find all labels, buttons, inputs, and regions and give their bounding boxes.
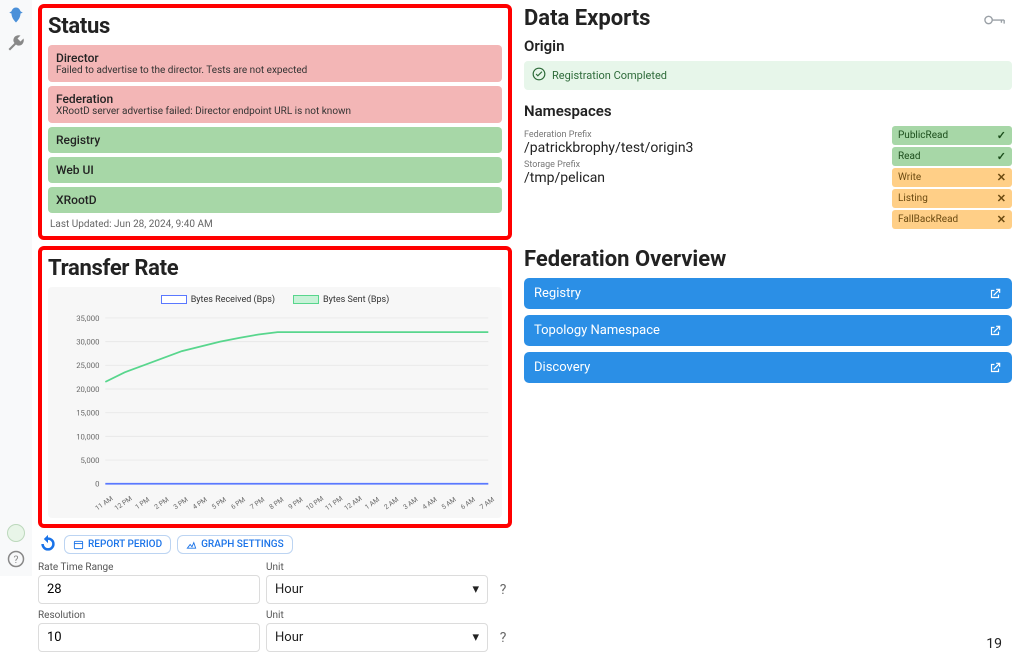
svg-text:2 AM: 2 AM	[383, 496, 401, 512]
svg-text:12 PM: 12 PM	[113, 495, 134, 513]
federation-overview-heading: Federation Overview	[524, 247, 1012, 272]
svg-text:5 PM: 5 PM	[210, 496, 227, 512]
wrench-icon[interactable]	[7, 34, 25, 52]
help-icon[interactable]: ?	[7, 550, 25, 568]
pelican-logo-icon[interactable]	[7, 6, 25, 24]
svg-text:30,000: 30,000	[76, 338, 99, 347]
svg-text:1 PM: 1 PM	[134, 496, 151, 512]
status-row-xrootd[interactable]: XRootD	[48, 187, 502, 213]
svg-text:4 AM: 4 AM	[421, 496, 439, 512]
svg-text:6 AM: 6 AM	[459, 496, 477, 512]
check-circle-icon	[532, 67, 546, 84]
federation-item-topology-namespace[interactable]: Topology Namespace	[524, 315, 1012, 346]
external-link-icon	[988, 287, 1002, 301]
svg-text:6 PM: 6 PM	[230, 496, 247, 512]
key-icon[interactable]	[984, 14, 1006, 30]
svg-text:3 PM: 3 PM	[172, 496, 189, 512]
svg-text:25,000: 25,000	[76, 361, 99, 370]
resolution-unit-label: Unit	[266, 610, 488, 621]
transfer-rate-chart: 0 5,000 10,000 15,000 20,000 25,000 30,000 35,0…	[52, 309, 498, 514]
svg-text:15,000: 15,000	[76, 409, 99, 418]
rate-range-label: Rate Time Range	[38, 562, 260, 573]
svg-text:7 AM: 7 AM	[478, 496, 496, 512]
resolution-label: Resolution	[38, 610, 260, 621]
svg-text:3 AM: 3 AM	[402, 496, 420, 512]
legend-sent: Bytes Sent (Bps)	[293, 295, 389, 305]
status-indicator-icon[interactable]	[7, 524, 25, 542]
rate-unit-select[interactable]: Hour ▾	[266, 575, 488, 604]
status-heading: Status	[48, 14, 502, 39]
capability-badge-listing: Listing✕	[892, 189, 1012, 208]
svg-text:12 AM: 12 AM	[343, 494, 364, 512]
svg-text:10,000: 10,000	[76, 432, 99, 441]
svg-text:4 PM: 4 PM	[191, 496, 208, 512]
federation-item-discovery[interactable]: Discovery	[524, 352, 1012, 383]
rate-help-icon[interactable]: ?	[494, 582, 512, 604]
last-updated-text: Last Updated: Jun 28, 2024, 9:40 AM	[48, 217, 502, 230]
status-row-director[interactable]: DirectorFailed to advertise to the direc…	[48, 45, 502, 82]
svg-text:2 PM: 2 PM	[153, 496, 170, 512]
federation-prefix-value: /patrickbrophy/test/origin3	[524, 140, 886, 156]
capability-badge-fallbackread: FallBackRead✕	[892, 210, 1012, 229]
capability-badge-publicread: PublicRead✓	[892, 126, 1012, 145]
svg-text:35,000: 35,000	[76, 314, 99, 323]
svg-text:8 PM: 8 PM	[268, 496, 285, 512]
svg-text:7 PM: 7 PM	[249, 496, 266, 512]
capability-badge-read: Read✓	[892, 147, 1012, 166]
status-row-federation[interactable]: FederationXRootD server advertise failed…	[48, 86, 502, 123]
svg-text:0: 0	[95, 480, 99, 489]
svg-text:1 AM: 1 AM	[363, 496, 381, 512]
transfer-heading: Transfer Rate	[48, 256, 502, 281]
resolution-unit-select[interactable]: Hour ▾	[266, 623, 488, 652]
namespaces-heading: Namespaces	[524, 102, 1012, 120]
storage-prefix-value: /tmp/pelican	[524, 170, 886, 186]
rate-unit-label: Unit	[266, 562, 488, 573]
external-link-icon	[988, 361, 1002, 375]
graph-settings-button[interactable]: GRAPH SETTINGS	[177, 535, 293, 554]
chevron-down-icon: ▾	[472, 582, 479, 597]
svg-text:9 PM: 9 PM	[287, 496, 304, 512]
page-number: 19	[986, 636, 1002, 652]
resolution-input[interactable]	[38, 623, 260, 652]
data-exports-heading: Data Exports	[524, 6, 1012, 31]
svg-text:11 AM: 11 AM	[94, 494, 115, 512]
svg-text:11 PM: 11 PM	[324, 495, 345, 513]
federation-prefix-label: Federation Prefix	[524, 130, 886, 140]
legend-recv: Bytes Received (Bps)	[161, 295, 275, 305]
origin-heading: Origin	[524, 37, 1012, 55]
registration-banner: Registration Completed	[524, 61, 1012, 90]
refresh-icon[interactable]	[38, 534, 58, 554]
svg-text:5 AM: 5 AM	[440, 496, 458, 512]
svg-text:20,000: 20,000	[76, 385, 99, 394]
storage-prefix-label: Storage Prefix	[524, 160, 886, 170]
resolution-help-icon[interactable]: ?	[494, 630, 512, 652]
status-row-registry[interactable]: Registry	[48, 127, 502, 153]
svg-text:5,000: 5,000	[81, 456, 100, 465]
external-link-icon	[988, 324, 1002, 338]
report-period-button[interactable]: REPORT PERIOD	[64, 535, 171, 554]
svg-text:?: ?	[14, 553, 19, 566]
federation-item-registry[interactable]: Registry	[524, 278, 1012, 309]
rate-range-input[interactable]	[38, 575, 260, 604]
chevron-down-icon: ▾	[472, 630, 479, 645]
svg-text:10 PM: 10 PM	[305, 495, 326, 513]
capability-badge-write: Write✕	[892, 168, 1012, 187]
status-row-web-ui[interactable]: Web UI	[48, 157, 502, 183]
